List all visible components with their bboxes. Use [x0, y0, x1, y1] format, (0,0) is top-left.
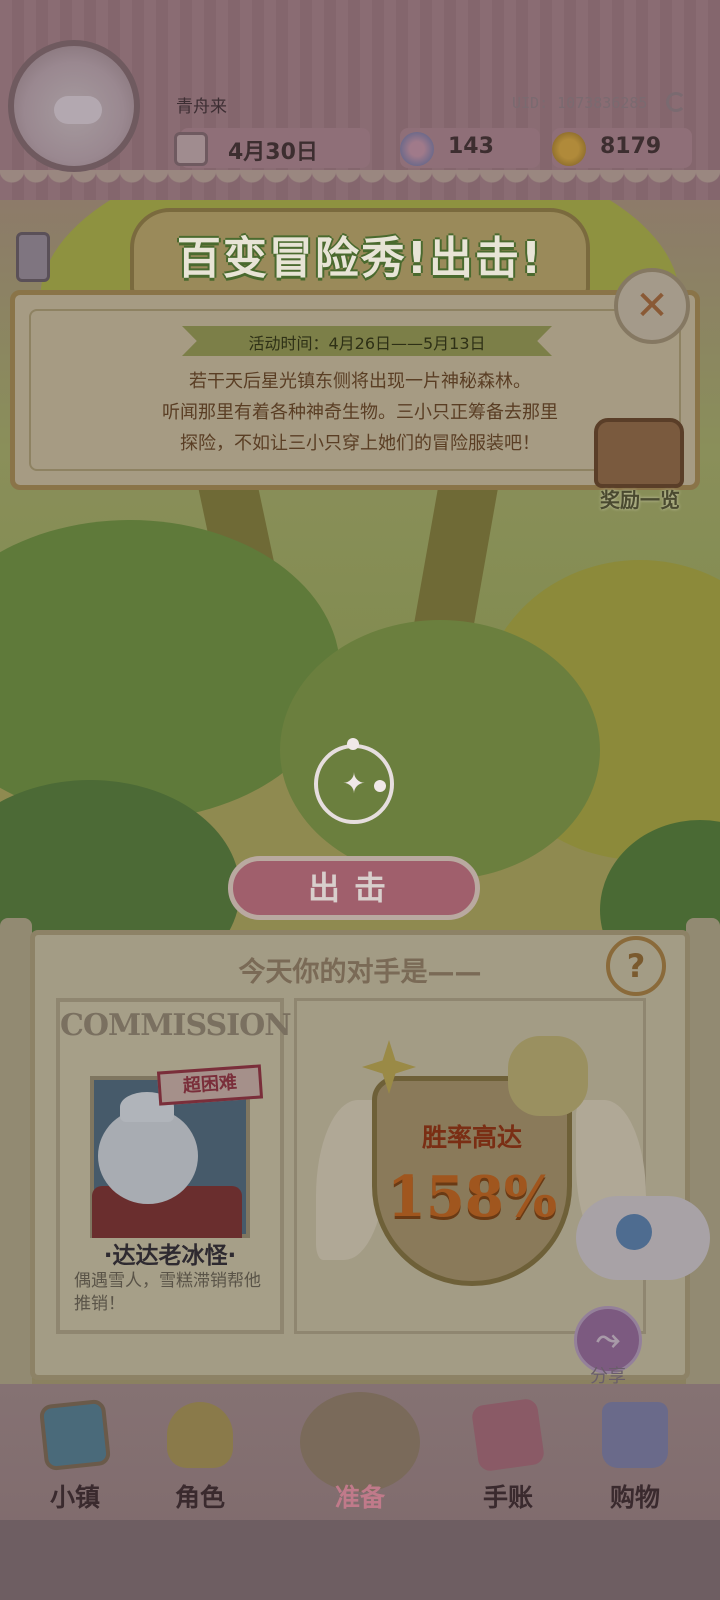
character-icon: [167, 1402, 233, 1468]
coin-icon: [552, 132, 586, 166]
win-rate-label: 胜率高达: [421, 1123, 522, 1152]
username: 青舟来: [176, 97, 227, 117]
system-nav-bar: [0, 1520, 720, 1600]
commission-header: COMMISSION: [60, 1008, 292, 1043]
refresh-icon[interactable]: [666, 92, 686, 112]
win-rate-value: 158%: [386, 1164, 558, 1230]
go-button-label: 出击: [307, 869, 400, 907]
date-stat[interactable]: 4月30日: [174, 128, 370, 168]
scroll-roll-right: [686, 918, 720, 1398]
coin-value: 8179: [600, 134, 662, 159]
nav-label: 准备: [334, 1483, 385, 1512]
close-icon: ✕: [635, 283, 669, 329]
go-button[interactable]: 出击: [228, 856, 480, 920]
event-title: 百变冒险秀!出击!: [176, 233, 544, 284]
blue-flower-icon: [616, 1214, 652, 1250]
nav-item-journal[interactable]: 手账: [453, 1396, 563, 1526]
nav-label: 角色: [174, 1483, 225, 1512]
gem-value: 143: [448, 134, 494, 159]
reward-list-label[interactable]: 奖励一览: [580, 484, 700, 513]
close-button[interactable]: ✕: [614, 268, 690, 344]
nav-label: 小镇: [49, 1483, 100, 1512]
calendar-icon: [174, 132, 208, 166]
shopping-bag-icon: [602, 1402, 668, 1468]
flower-icon: [508, 1036, 588, 1116]
opponent-name: ·达达老冰怪·: [103, 1243, 237, 1269]
journal-icon: [470, 1397, 546, 1473]
nav-label: 手账: [482, 1483, 533, 1512]
description-line: 若干天后星光镇东侧将出现一片神秘森林。: [189, 371, 531, 392]
description-line: 探险，不如让三小只穿上她们的冒险服装吧！: [180, 433, 540, 454]
sparkle-icon: ✦: [342, 767, 366, 800]
nav-label: 购物: [609, 1483, 660, 1512]
coin-stat[interactable]: 8179: [552, 128, 692, 168]
backpack-icon[interactable]: [16, 232, 50, 282]
help-button[interactable]: ?: [606, 936, 666, 996]
top-bar-scallop: [0, 170, 720, 200]
scroll-roll-left: [0, 918, 32, 1398]
snowman-head: [98, 1108, 198, 1204]
game-screen: 青舟来 UID: 1073836285 4月30日 143 8179 百变冒险秀…: [0, 0, 720, 1600]
nav-item-character[interactable]: 角色: [145, 1396, 255, 1526]
gem-stat[interactable]: 143: [400, 128, 540, 168]
nav-item-prepare[interactable]: 准备: [300, 1392, 420, 1526]
description-line: 听闻那里有着各种神奇生物。三小只正筹备去那里: [162, 402, 558, 423]
treasure-chest-icon[interactable]: [594, 418, 684, 488]
map-icon: [38, 1398, 112, 1472]
uid-label: UID: 1073836285: [512, 94, 648, 112]
nav-item-shop[interactable]: 购物: [580, 1396, 690, 1526]
date-value: 4月30日: [228, 140, 318, 165]
gem-icon: [400, 132, 434, 166]
difficulty-badge: 超困难: [156, 1064, 264, 1106]
event-description: 若干天后星光镇东侧将出现一片神秘森林。 听闻那里有着各种神奇生物。三小只正筹备去…: [80, 366, 640, 459]
nav-item-town[interactable]: 小镇: [20, 1396, 130, 1526]
opponent-description: 偶遇雪人，雪糕滞销帮他推销！: [74, 1271, 261, 1314]
event-time: 活动时间：4月26日——5月13日: [248, 334, 486, 353]
avatar-face: [54, 96, 102, 124]
prepare-icon: [300, 1392, 420, 1492]
opponent-title: 今天你的对手是——: [238, 957, 482, 988]
avatar[interactable]: [8, 40, 140, 172]
